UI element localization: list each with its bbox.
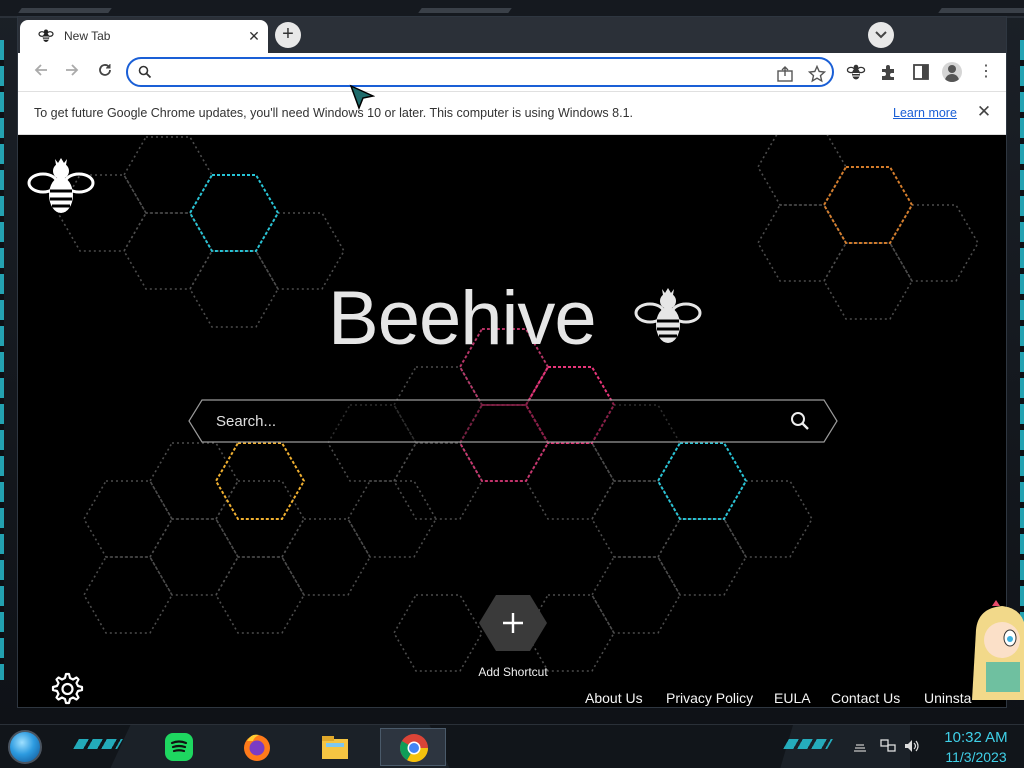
- update-infobar: To get future Google Chrome updates, you…: [18, 91, 1006, 135]
- clock-date[interactable]: 11/3/2023: [936, 749, 1016, 765]
- reload-icon: [99, 64, 111, 76]
- desktop: New Tab ✕ + ⋮ To get future Google Chrom…: [0, 0, 1024, 768]
- beehive-logo-icon: [27, 158, 95, 213]
- infobar-close-icon[interactable]: ✕: [974, 102, 994, 122]
- tab-title: New Tab: [64, 29, 111, 43]
- tab-new-tab[interactable]: New Tab ✕: [20, 20, 268, 53]
- address-input[interactable]: [160, 63, 760, 83]
- forward-button[interactable]: [61, 61, 83, 83]
- page-search-input[interactable]: [216, 411, 756, 431]
- taskbar-decoration: [73, 739, 123, 749]
- bee-logo-icon: [634, 288, 702, 343]
- beehive-extension-icon[interactable]: [846, 62, 866, 82]
- back-arrow-icon: [34, 64, 47, 76]
- bookmark-star-icon[interactable]: [808, 65, 826, 83]
- add-shortcut-button[interactable]: [478, 593, 548, 653]
- reload-button[interactable]: [94, 61, 116, 83]
- browser-toolbar: ⋮: [18, 53, 1006, 91]
- forward-arrow-icon: [66, 64, 79, 76]
- clock-time[interactable]: 10:32 AM: [936, 729, 1016, 746]
- spotify-icon[interactable]: [163, 731, 195, 763]
- desktop-character-sticker: [972, 600, 1024, 700]
- address-bar[interactable]: [126, 57, 834, 87]
- taskbar-decoration: [783, 739, 833, 749]
- add-shortcut-label: Add Shortcut: [478, 665, 548, 679]
- tab-search-button[interactable]: [868, 22, 894, 48]
- profile-avatar-button[interactable]: [942, 62, 962, 82]
- side-panel-icon[interactable]: [911, 62, 931, 82]
- tab-strip: New Tab ✕ +: [18, 17, 1006, 53]
- browser-window: New Tab ✕ + ⋮ To get future Google Chrom…: [17, 16, 1007, 708]
- file-explorer-icon[interactable]: [319, 731, 351, 763]
- left-frame-decoration: [0, 40, 4, 680]
- settings-gear-icon[interactable]: [48, 671, 84, 707]
- back-button[interactable]: [30, 61, 52, 83]
- browser-menu-button[interactable]: ⋮: [978, 62, 994, 82]
- volume-icon[interactable]: [904, 739, 920, 753]
- chrome-taskbar-button[interactable]: [380, 728, 446, 766]
- taskbar: 10:32 AM 11/3/2023: [0, 724, 1024, 768]
- new-tab-button[interactable]: +: [275, 22, 301, 48]
- brand-title: Beehive: [328, 276, 597, 361]
- chevron-down-icon: [875, 31, 887, 39]
- start-button[interactable]: [8, 730, 42, 764]
- learn-more-link[interactable]: Learn more: [893, 106, 957, 120]
- bee-favicon-icon: [38, 29, 54, 42]
- footer-link-privacy[interactable]: Privacy Policy: [666, 690, 753, 706]
- mouse-cursor-icon: [349, 84, 375, 110]
- new-tab-page: Beehive Search... Add Shortcut About Us …: [18, 135, 1006, 707]
- firefox-icon[interactable]: [241, 731, 273, 763]
- page-search-box[interactable]: [188, 399, 838, 443]
- footer-link-about[interactable]: About Us: [585, 690, 643, 706]
- footer-link-eula[interactable]: EULA: [774, 690, 811, 706]
- tray-flag-icon[interactable]: [852, 739, 868, 753]
- footer-link-uninstall[interactable]: Uninsta: [924, 690, 971, 706]
- network-icon[interactable]: [880, 739, 896, 753]
- chrome-icon: [400, 734, 428, 762]
- tab-close-icon[interactable]: ✕: [244, 26, 264, 46]
- infobar-message: To get future Google Chrome updates, you…: [34, 106, 633, 120]
- right-frame-decoration: [1020, 40, 1024, 680]
- search-icon: [138, 65, 152, 79]
- search-icon[interactable]: [790, 411, 810, 431]
- share-icon[interactable]: [776, 65, 794, 83]
- footer-link-contact[interactable]: Contact Us: [831, 690, 900, 706]
- extensions-puzzle-icon[interactable]: [879, 62, 899, 82]
